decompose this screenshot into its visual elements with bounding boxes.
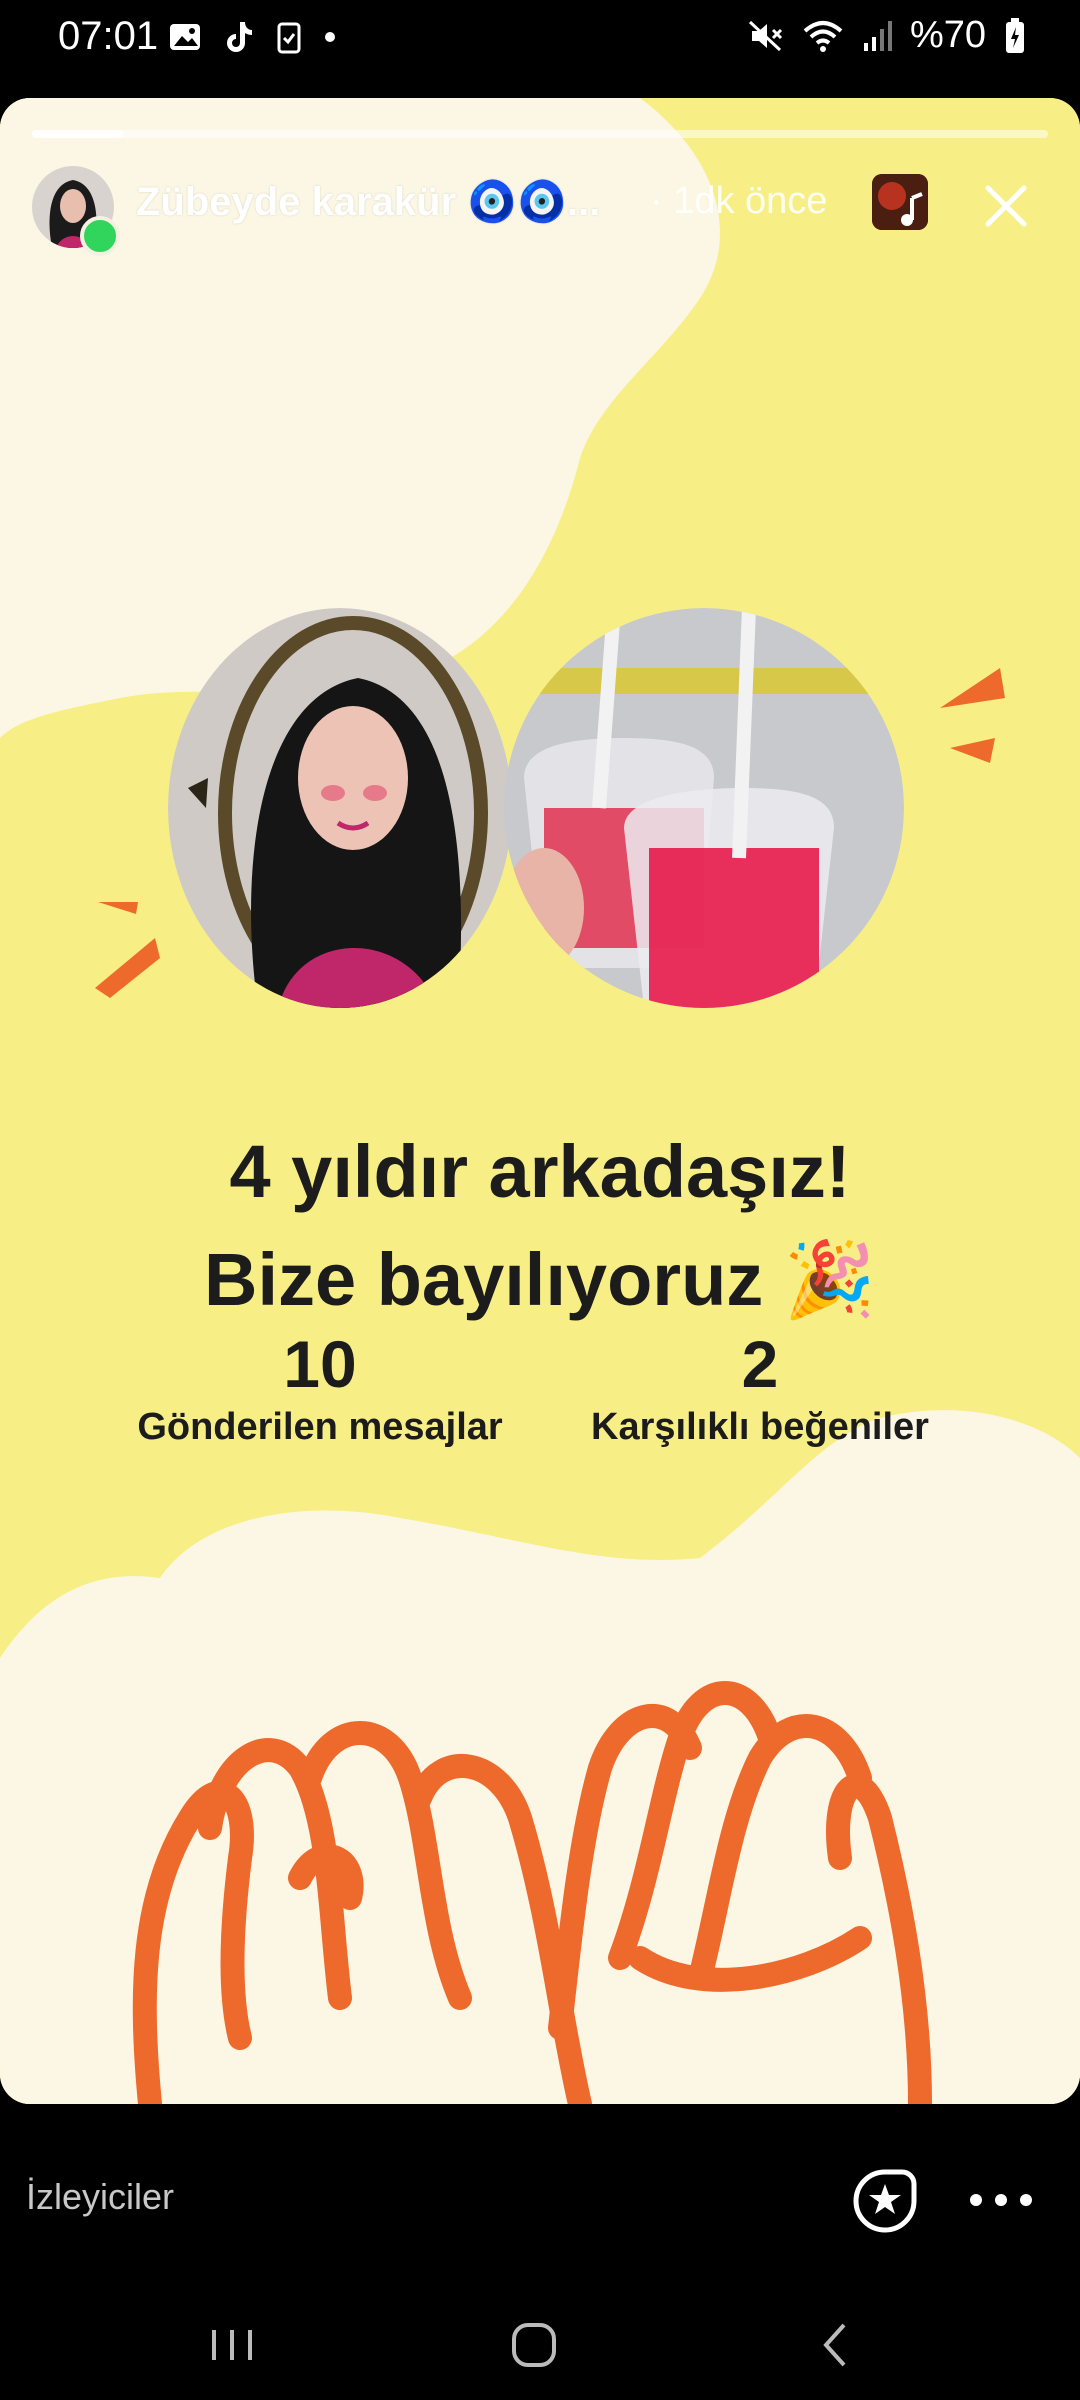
stat-value: 10: [283, 1327, 357, 1401]
status-bar: 07:01 %70: [0, 0, 1080, 90]
story-header: Zübeyde karakür 🧿🧿... · 1dk önce: [0, 166, 1080, 266]
stat-label: Karşılıklı beğeniler: [591, 1406, 929, 1448]
anniversary-headline: 4 yıldır arkadaşız! Bize bayılıyoruz 🎉: [0, 1118, 1080, 1334]
battery-icon: [1006, 17, 1024, 53]
story-progress-bar: [32, 130, 1048, 138]
story-time-ago: · 1dk önce: [650, 180, 828, 222]
system-navigation-bar: [0, 2290, 1080, 2400]
status-time: 07:01: [58, 14, 159, 58]
headline-line-2: Bize bayılıyoruz 🎉: [204, 1238, 876, 1321]
stat-label: Gönderilen mesajlar: [137, 1406, 503, 1448]
viewers-button[interactable]: İzleyiciler: [26, 2176, 174, 2218]
stat-messages-sent: 10 Gönderilen mesajlar: [110, 1326, 530, 1449]
tiktok-icon: [227, 22, 252, 52]
dot-icon: [325, 32, 335, 42]
gallery-icon: [170, 24, 200, 50]
clipboard-icon: [277, 22, 301, 54]
friend-photo-1: [168, 608, 512, 1008]
star-sticker-icon[interactable]: [852, 2168, 918, 2234]
music-icon[interactable]: [872, 174, 928, 230]
headline-line-1: 4 yıldır arkadaşız!: [229, 1130, 851, 1213]
status-right-icons: %70: [748, 14, 1026, 57]
friend-photo-2: [504, 608, 904, 1008]
signal-icon: [863, 20, 892, 51]
home-icon[interactable]: [494, 2310, 574, 2380]
online-indicator: [80, 216, 120, 256]
wifi-icon: [803, 20, 843, 52]
story-username[interactable]: Zübeyde karakür 🧿🧿...: [136, 178, 600, 225]
close-icon[interactable]: [976, 176, 1036, 236]
stat-mutual-likes: 2 Karşılıklı beğeniler: [550, 1326, 970, 1449]
more-dots-icon[interactable]: [966, 2180, 1036, 2220]
story-viewer[interactable]: Zübeyde karakür 🧿🧿... · 1dk önce 4 yıldı…: [0, 98, 1080, 2104]
back-icon[interactable]: [796, 2310, 876, 2380]
recent-apps-icon[interactable]: [192, 2310, 272, 2380]
notification-icons: [168, 20, 336, 54]
battery-percent: %70: [909, 14, 986, 56]
story-progress-fill: [32, 130, 124, 138]
story-background: [0, 98, 1080, 2104]
stat-value: 2: [741, 1327, 779, 1401]
mute-icon: [748, 20, 782, 51]
